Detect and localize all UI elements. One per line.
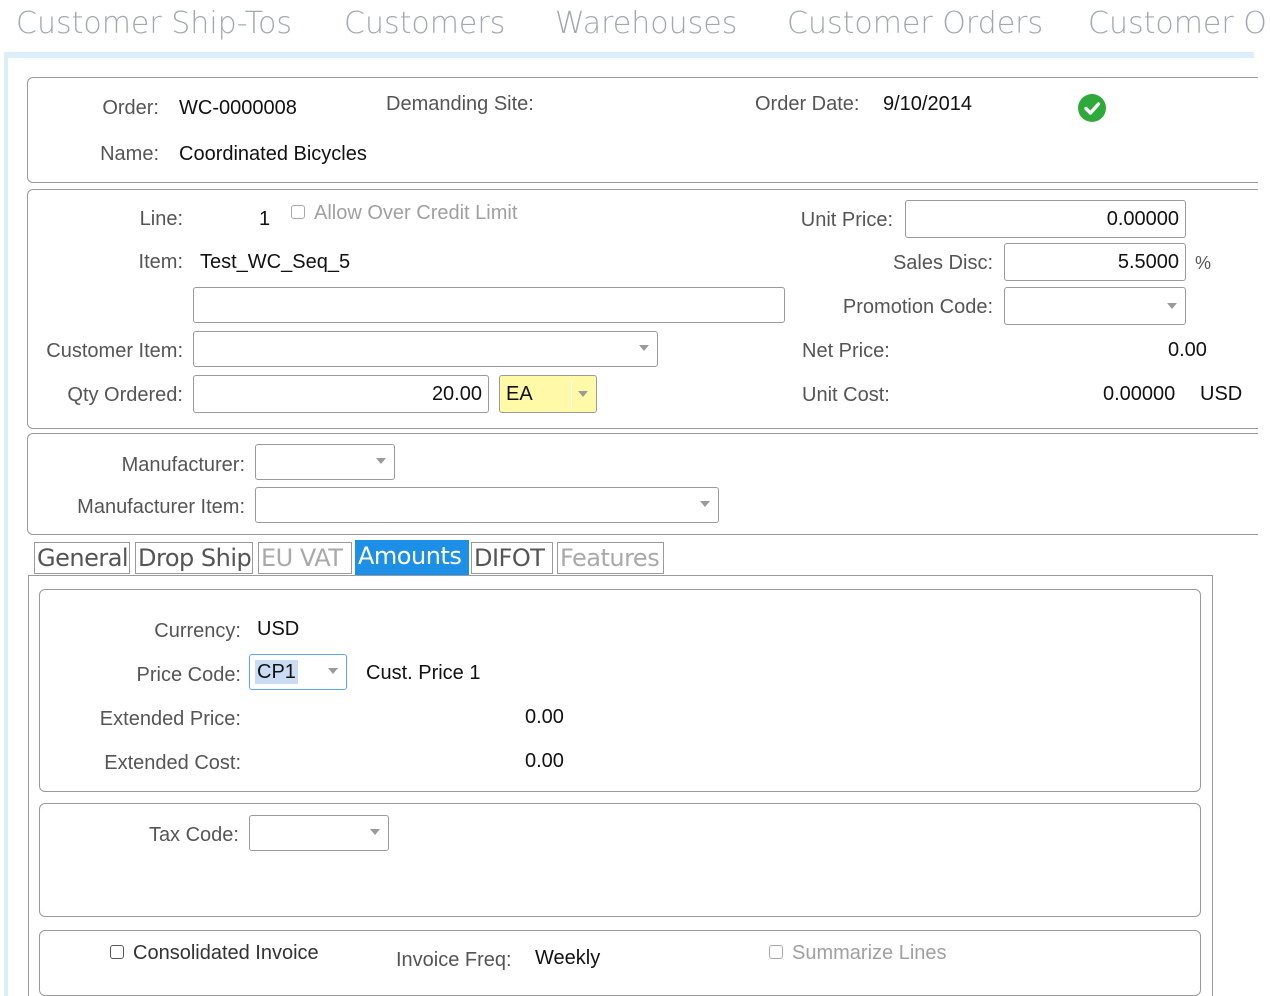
- chevron-down-icon: [578, 391, 588, 397]
- promotion-code-label: Promotion Code:: [842, 296, 993, 318]
- summarize-lines-label: Summarize Lines: [792, 942, 947, 964]
- unit-cost-value: 0.00000: [1103, 383, 1176, 405]
- unit-cost-currency: USD: [1200, 383, 1243, 405]
- customer-item-label: Customer Item:: [46, 340, 183, 362]
- uom-select[interactable]: EA: [499, 375, 597, 413]
- nav-tab-customer-ship-tos[interactable]: Customer Ship-Tos: [16, 6, 292, 41]
- chevron-down-icon: [370, 829, 380, 835]
- item-description-input[interactable]: [193, 287, 785, 323]
- manufacturer-label: Manufacturer:: [121, 454, 245, 476]
- price-code-value: CP1: [255, 660, 298, 684]
- tab-features[interactable]: Features: [557, 542, 664, 574]
- extended-price-value: 0.00: [525, 706, 564, 728]
- order-number: WC-0000008: [179, 97, 297, 119]
- order-header-panel: [27, 77, 1258, 183]
- price-code-label: Price Code:: [136, 664, 242, 686]
- net-price-label: Net Price:: [802, 340, 890, 362]
- tab-difot[interactable]: DIFOT: [471, 542, 553, 574]
- qty-ordered-input[interactable]: 20.00: [193, 375, 489, 413]
- chevron-down-icon: [376, 458, 386, 464]
- summarize-lines-checkbox[interactable]: [769, 945, 783, 959]
- manufacturer-item-label: Manufacturer Item:: [77, 496, 245, 518]
- sales-disc-label: Sales Disc:: [892, 252, 993, 274]
- consolidated-invoice-checkbox[interactable]: [110, 945, 124, 959]
- consolidated-invoice-label: Consolidated Invoice: [133, 942, 319, 964]
- checkmark-glyph: [1084, 102, 1101, 115]
- nav-tab-warehouses[interactable]: Warehouses: [555, 6, 737, 41]
- nav-tab-customers[interactable]: Customers: [344, 6, 505, 41]
- tab-general[interactable]: General: [34, 542, 130, 574]
- uom-value: EA: [506, 383, 533, 405]
- currency-value: USD: [257, 618, 300, 640]
- price-code-description: Cust. Price 1: [366, 662, 481, 684]
- nav-underline: [4, 52, 1254, 58]
- manufacturer-select[interactable]: [255, 444, 395, 480]
- check-circle-icon: [1078, 94, 1106, 122]
- tax-code-select[interactable]: [249, 815, 389, 851]
- extended-price-label: Extended Price:: [99, 708, 241, 730]
- invoice-freq-value: Weekly: [535, 947, 601, 969]
- qty-ordered-label: Qty Ordered:: [67, 384, 183, 406]
- sales-disc-input[interactable]: 5.5000: [1004, 243, 1186, 281]
- tab-eu-vat[interactable]: EU VAT: [258, 542, 352, 574]
- tab-drop-ship[interactable]: Drop Ship: [135, 542, 253, 574]
- allow-over-credit-label: Allow Over Credit Limit: [314, 202, 518, 224]
- line-number: 1: [259, 208, 271, 230]
- unit-price-label: Unit Price:: [800, 209, 893, 231]
- unit-price-input[interactable]: 0.00000: [905, 200, 1186, 238]
- chevron-down-icon: [639, 345, 649, 351]
- percent-sign: %: [1195, 253, 1212, 273]
- allow-over-credit-checkbox[interactable]: [291, 205, 305, 219]
- name-label: Name:: [100, 143, 159, 165]
- promotion-code-select[interactable]: [1004, 287, 1186, 325]
- chevron-down-icon: [700, 501, 710, 507]
- tab-amounts[interactable]: Amounts: [355, 540, 469, 576]
- order-date-label: Order Date:: [755, 93, 860, 115]
- tax-panel: [39, 803, 1201, 917]
- extended-cost-label: Extended Cost:: [104, 752, 241, 774]
- chevron-down-icon: [1167, 303, 1177, 309]
- demanding-site-label: Demanding Site:: [386, 93, 534, 115]
- order-label: Order:: [102, 97, 159, 119]
- unit-cost-label: Unit Cost:: [802, 384, 890, 406]
- item-value: Test_WC_Seq_5: [200, 251, 351, 273]
- customer-name: Coordinated Bicycles: [179, 143, 367, 165]
- manufacturer-item-select[interactable]: [255, 487, 719, 523]
- customer-item-select[interactable]: [193, 331, 658, 367]
- uom-select-divider: [571, 380, 572, 408]
- nav-tab-customer-o[interactable]: Customer O: [1088, 6, 1267, 41]
- left-edge-bar: [4, 58, 8, 996]
- extended-cost-value: 0.00: [525, 750, 564, 772]
- nav-tab-customer-orders[interactable]: Customer Orders: [787, 6, 1043, 41]
- line-label: Line:: [139, 208, 183, 230]
- net-price-value: 0.00: [1168, 339, 1207, 361]
- chevron-down-icon: [328, 668, 338, 674]
- tax-code-label: Tax Code:: [148, 824, 239, 846]
- price-code-select[interactable]: CP1: [249, 654, 347, 690]
- item-label: Item:: [138, 251, 183, 273]
- invoice-freq-label: Invoice Freq:: [396, 949, 512, 971]
- currency-label: Currency:: [154, 620, 241, 642]
- order-date-value: 9/10/2014: [883, 93, 972, 115]
